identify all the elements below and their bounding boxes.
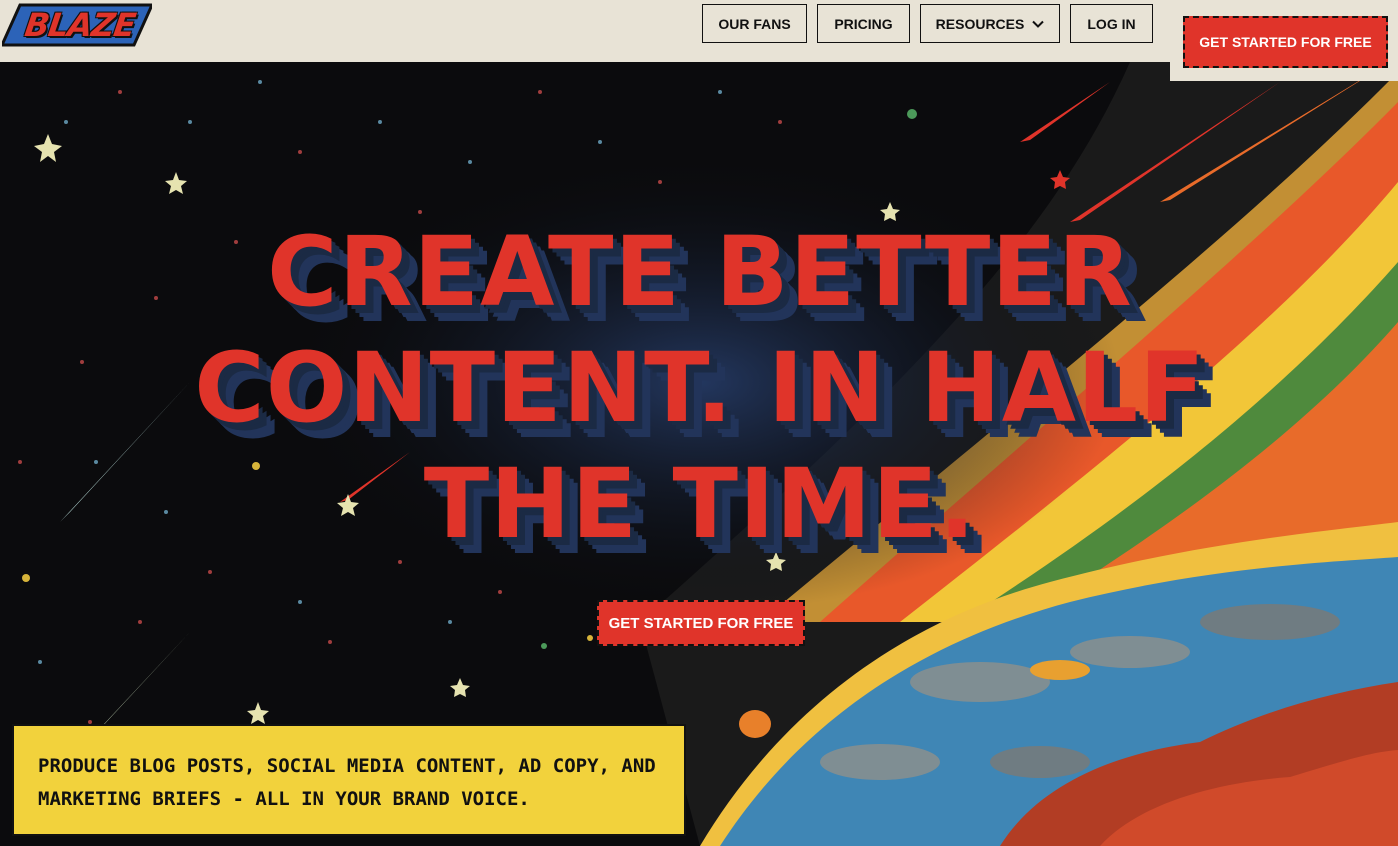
site-header: BLAZE OUR FANS PRICING RESOURCES LOG IN: [0, 0, 1170, 62]
hero-get-started-button[interactable]: GET STARTED FOR FREE: [597, 600, 805, 646]
nav-log-in-label: LOG IN: [1087, 15, 1136, 32]
brand-logo[interactable]: BLAZE: [0, 2, 155, 48]
header-get-started-label: GET STARTED FOR FREE: [1199, 34, 1372, 50]
headline-line-1: CREATE BETTER: [267, 216, 1133, 328]
headline-line-3: THE TIME.: [423, 448, 977, 560]
hero-headline: CREATE BETTER CONTENT. IN HALF THE TIME.: [180, 214, 1220, 562]
header-get-started-button[interactable]: GET STARTED FOR FREE: [1183, 16, 1388, 68]
chevron-down-icon: [1032, 20, 1045, 28]
nav-resources-label: RESOURCES: [935, 15, 1025, 32]
nav-resources-dropdown[interactable]: RESOURCES: [920, 4, 1060, 43]
hero-callout-box: Produce blog posts, social media content…: [12, 724, 686, 836]
logo-text: BLAZE: [22, 6, 138, 44]
nav-log-in[interactable]: LOG IN: [1070, 4, 1153, 43]
nav-our-fans-label: OUR FANS: [718, 15, 791, 32]
hero-callout-text: Produce blog posts, social media content…: [38, 755, 656, 810]
headline-line-2: CONTENT. IN HALF: [194, 332, 1206, 444]
hero-get-started-label: GET STARTED FOR FREE: [608, 614, 794, 632]
nav-our-fans[interactable]: OUR FANS: [702, 4, 807, 43]
nav-pricing-label: PRICING: [834, 15, 893, 32]
nav-pricing[interactable]: PRICING: [817, 4, 910, 43]
